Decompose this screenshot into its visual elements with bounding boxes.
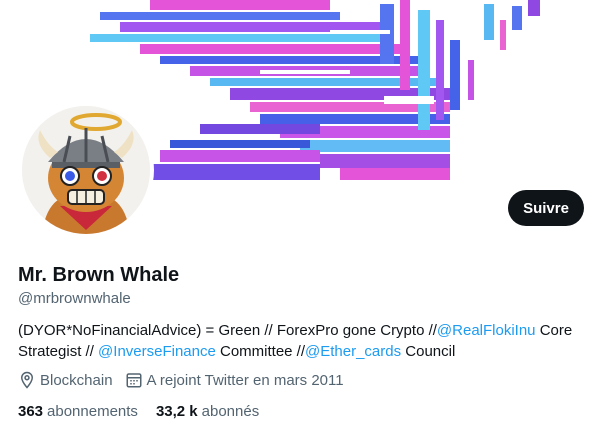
bio-text: (DYOR*NoFinancialAdvice) = Green // Fore… [18,322,437,339]
mention-link-realflokiinu[interactable]: @RealFlokiInu [437,322,536,339]
followers-link[interactable]: 33,2 k abonnés [156,403,259,420]
user-handle: @mrbrownwhale [18,290,131,307]
joined-item: A rejoint Twitter en mars 2011 [125,371,344,389]
location-item: Blockchain [18,371,113,389]
followers-count: 33,2 k [155,403,198,420]
followers-label: abonnés [201,403,260,420]
profile-meta: Blockchain A rejoint Twitter en mars 201… [18,371,356,389]
joined-text: A rejoint Twitter en mars 2011 [146,371,344,389]
profile-avatar[interactable] [18,102,154,238]
location-pin-icon [20,371,34,389]
follow-button[interactable]: Suivre [508,190,584,226]
profile-bio: (DYOR*NoFinancialAdvice) = Green // Fore… [18,320,588,362]
profile-stats: 363 abonnements 33,2 k abonnés [18,403,277,420]
calendar-icon [126,373,142,388]
location-text: Blockchain [40,371,113,389]
display-name: Mr. Brown Whale [18,264,180,286]
mention-link-inversefinance[interactable]: @InverseFinance [98,343,216,360]
avatar-image [22,106,150,234]
mention-link-ether-cards[interactable]: @Ether_cards [305,343,401,360]
following-count: 363 [18,403,44,420]
bio-text: Council [401,343,456,360]
bio-text: Committee // [215,343,306,360]
following-link[interactable]: 363 abonnements [18,403,138,420]
following-label: abonnements [47,403,138,420]
